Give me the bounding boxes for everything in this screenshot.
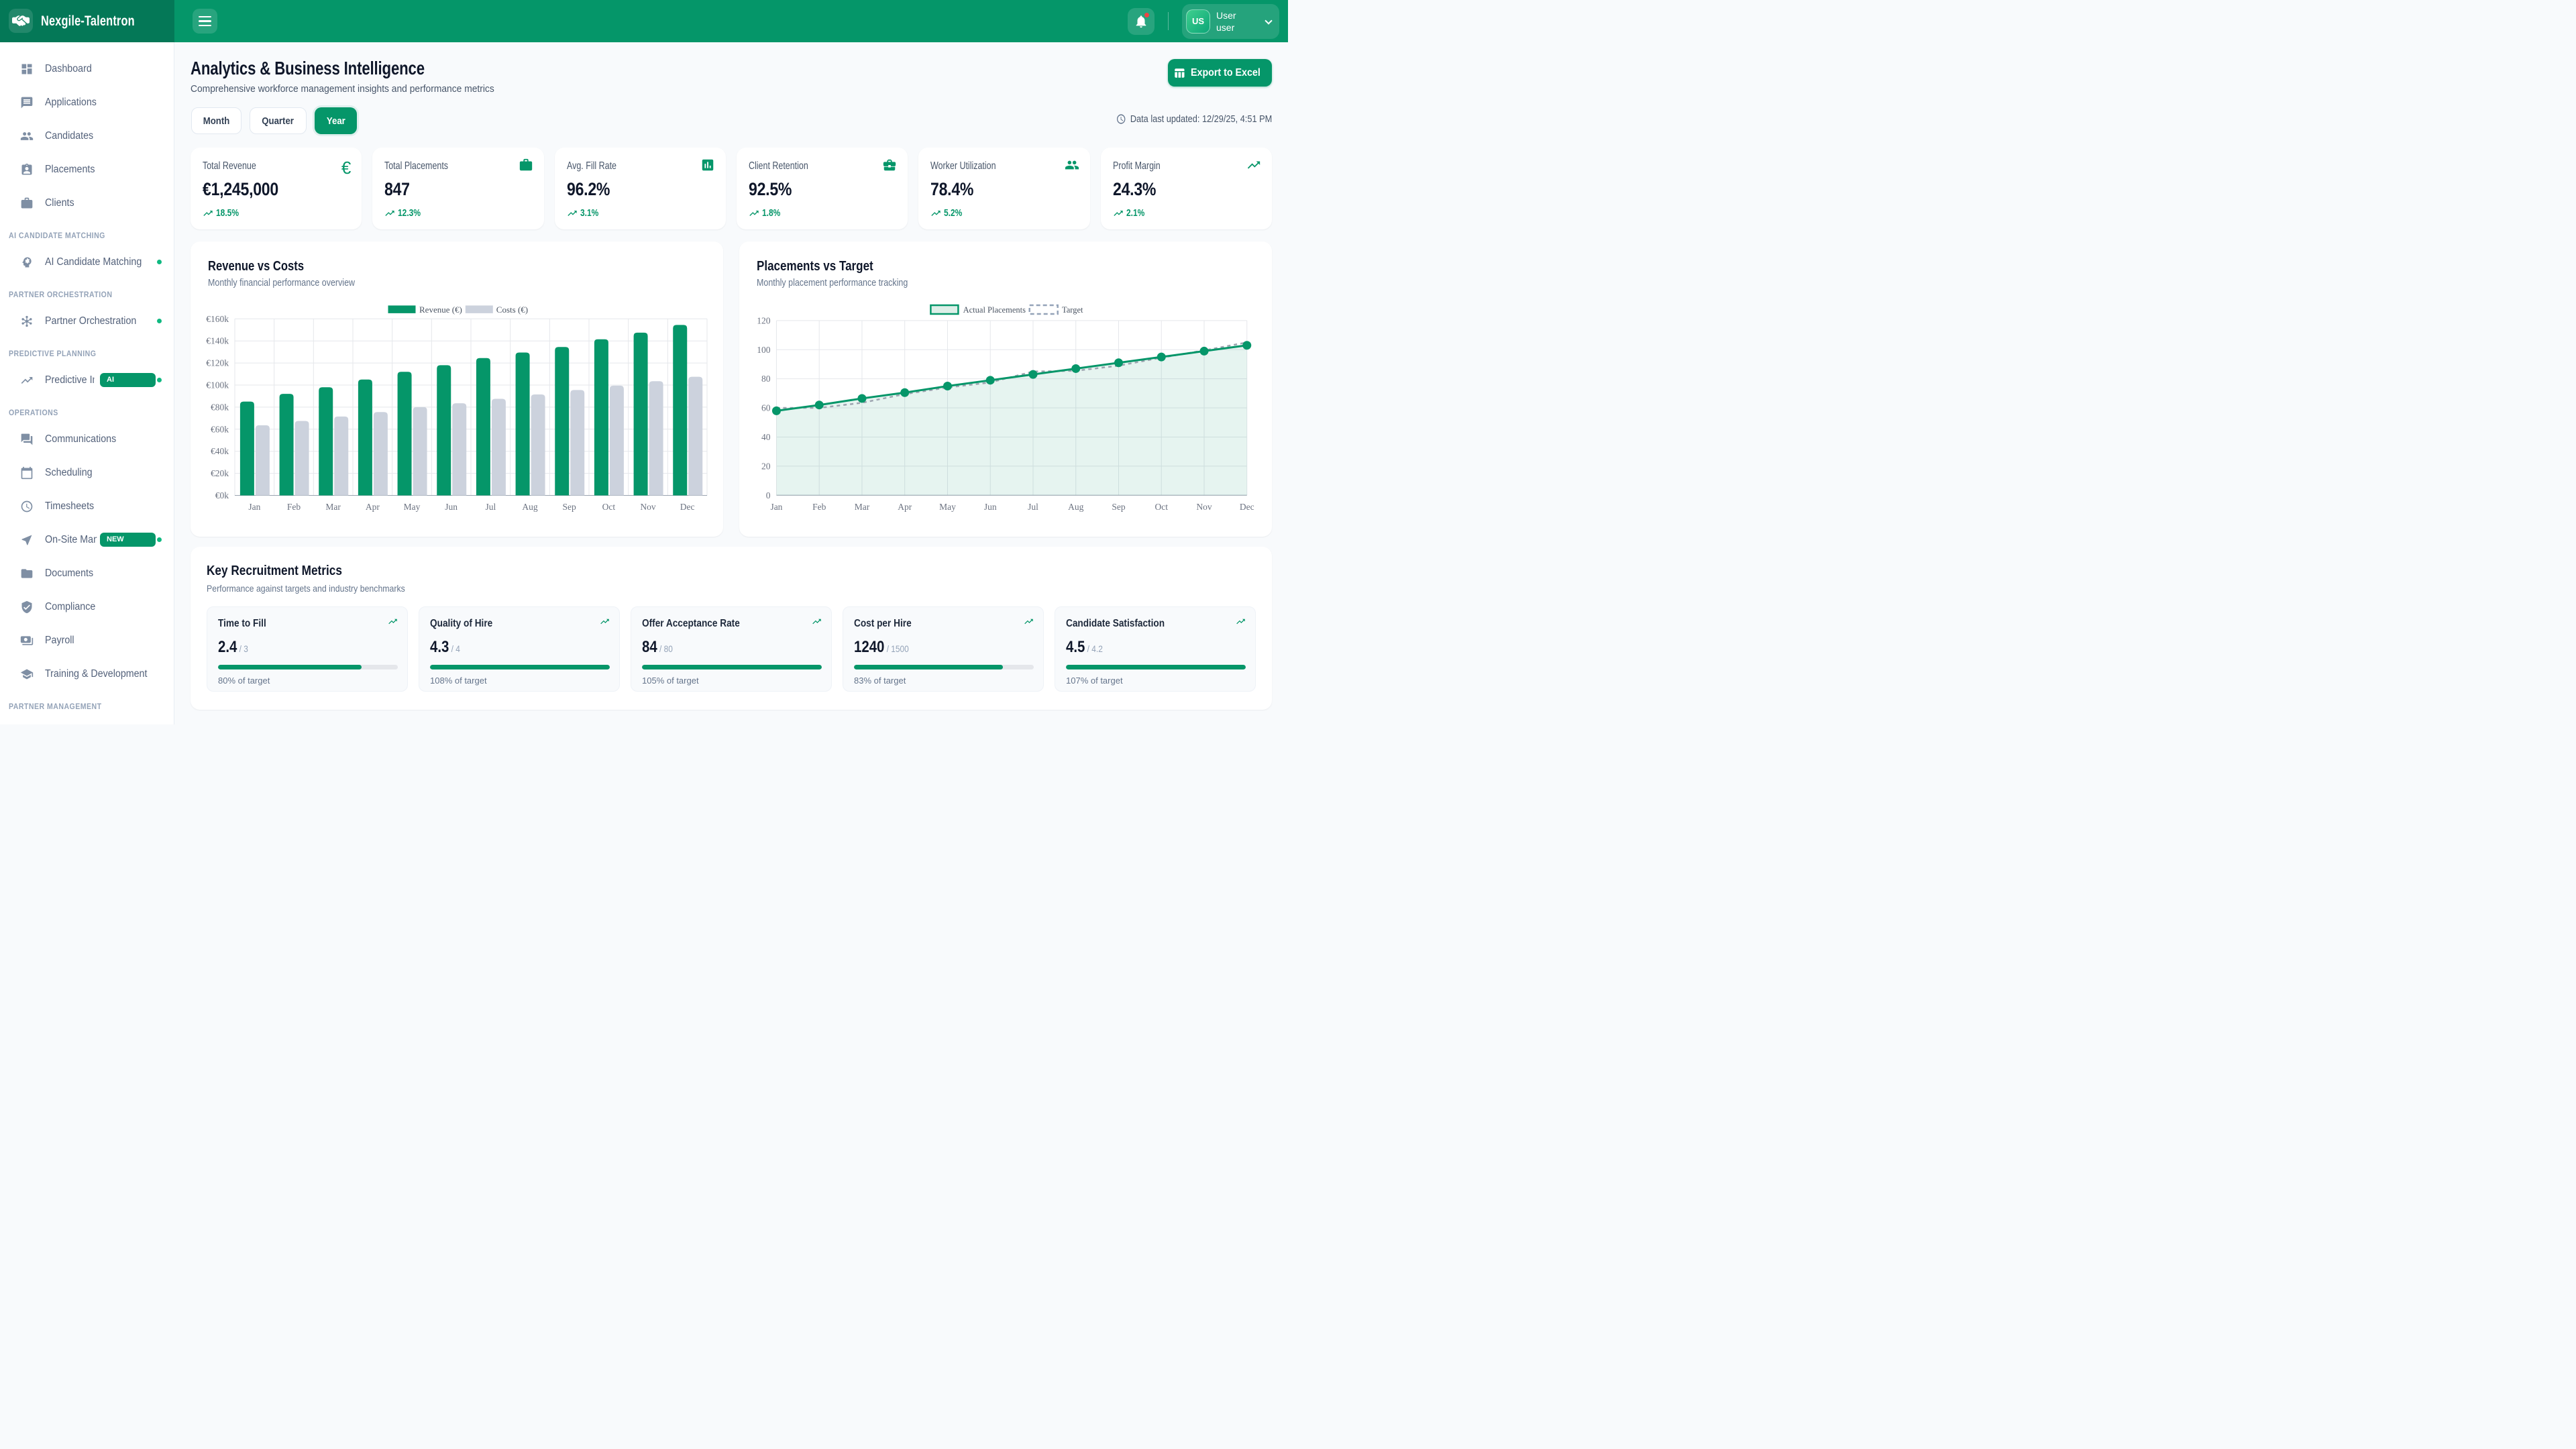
svg-text:Mar: Mar: [325, 502, 341, 512]
svg-text:€140k: €140k: [206, 335, 229, 345]
svg-text:20: 20: [761, 461, 771, 471]
svg-text:40: 40: [761, 431, 771, 441]
svg-text:Aug: Aug: [1068, 502, 1083, 512]
svg-text:€80k: €80k: [211, 402, 229, 412]
svg-text:Oct: Oct: [602, 502, 616, 512]
svg-text:€60k: €60k: [211, 424, 229, 434]
svg-text:May: May: [404, 502, 421, 512]
svg-text:0: 0: [766, 490, 771, 500]
svg-text:120: 120: [757, 315, 771, 325]
svg-text:Sep: Sep: [563, 502, 577, 512]
svg-text:May: May: [939, 502, 956, 512]
svg-text:Aug: Aug: [522, 502, 537, 512]
svg-text:Jun: Jun: [445, 502, 458, 512]
svg-text:100: 100: [757, 344, 771, 354]
svg-text:Revenue (€): Revenue (€): [419, 304, 462, 314]
svg-text:Actual Placements: Actual Placements: [963, 305, 1026, 315]
svg-text:€120k: €120k: [206, 358, 229, 368]
svg-text:€160k: €160k: [206, 313, 229, 323]
svg-text:€0k: €0k: [215, 490, 229, 500]
svg-text:Jul: Jul: [485, 502, 496, 512]
svg-text:Mar: Mar: [855, 502, 870, 512]
svg-text:Oct: Oct: [1155, 502, 1168, 512]
svg-text:€100k: €100k: [206, 380, 229, 390]
svg-text:60: 60: [761, 402, 771, 413]
svg-text:€20k: €20k: [211, 468, 229, 478]
svg-text:80: 80: [761, 374, 771, 384]
svg-text:Apr: Apr: [366, 502, 380, 512]
svg-text:Jul: Jul: [1028, 502, 1038, 512]
svg-text:Nov: Nov: [640, 502, 655, 512]
svg-text:Costs (€): Costs (€): [496, 304, 528, 314]
svg-text:Target: Target: [1062, 305, 1083, 315]
svg-text:Feb: Feb: [812, 502, 826, 512]
svg-text:€40k: €40k: [211, 446, 229, 456]
svg-text:Nov: Nov: [1196, 502, 1212, 512]
svg-text:Apr: Apr: [898, 502, 912, 512]
svg-text:Feb: Feb: [287, 502, 301, 512]
svg-text:Jan: Jan: [248, 502, 260, 512]
svg-text:Jun: Jun: [984, 502, 997, 512]
svg-text:Sep: Sep: [1112, 502, 1126, 512]
svg-text:Dec: Dec: [1240, 502, 1254, 512]
svg-text:Jan: Jan: [770, 502, 782, 512]
svg-text:Dec: Dec: [680, 502, 695, 512]
